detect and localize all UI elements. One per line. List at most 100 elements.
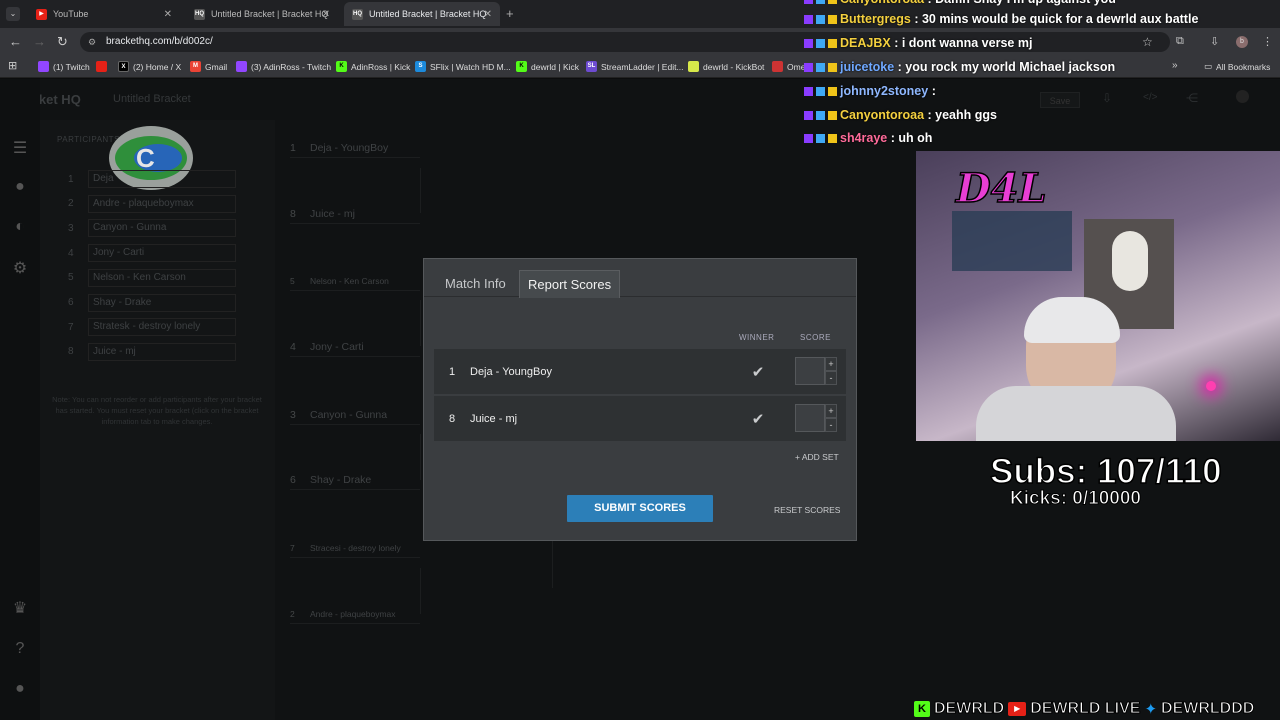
bracket-title[interactable]: Untitled Bracket [113,93,191,105]
participant-row[interactable]: 6 Shay - Drake [68,293,236,312]
tab-bracket-2[interactable]: HQ Untitled Bracket | Bracket HQ ✕ [344,2,500,26]
bookmark-item[interactable]: SL StreamLadder | Edit... [586,58,684,75]
badge-icon [804,87,813,97]
participant-row[interactable]: 7 Stratesk - destroy lonely [68,318,236,337]
reset-scores-button[interactable]: RESET SCORES [774,505,840,515]
all-bookmarks[interactable]: ▭ All Bookmarks [1204,58,1270,75]
add-set-button[interactable]: + ADD SET [795,452,839,462]
close-icon[interactable]: ✕ [484,9,492,20]
decrement-icon[interactable]: - [825,418,837,432]
extensions-icon[interactable]: ⧉ [1176,35,1184,48]
close-icon[interactable]: ✕ [164,9,172,20]
score-input[interactable] [795,404,825,432]
save-button[interactable]: Save [1040,92,1080,108]
match-seed: 8 [290,207,296,220]
participant-row[interactable]: 4 Jony - Carti [68,244,236,263]
downloads-icon[interactable]: ⇩ [1210,35,1219,48]
bookmark-item[interactable] [96,58,107,75]
winner-check-icon[interactable]: ✔ [749,410,767,428]
bookmark-item[interactable]: K AdinRoss | Kick [336,58,410,75]
bracket-match-slot[interactable]: 1 Deja - YoungBoy [290,138,420,158]
match-name: Juice - mj [310,207,355,220]
submit-scores-button[interactable]: SUBMIT SCORES [567,495,713,522]
chat-text: yeahh ggs [935,108,997,122]
bookmark-item[interactable]: M Gmail [190,58,227,75]
bookmark-item[interactable]: (1) Twitch [38,58,90,75]
bracket-match-slot[interactable]: 4 Jony - Carti [290,337,420,357]
badge-icon [816,111,825,121]
bookmark-item[interactable]: X (2) Home / X [118,58,181,75]
participant-name-field[interactable]: Nelson - Ken Carson [88,268,236,287]
bracket-icon[interactable]: ☰ [10,138,30,158]
participant-seed: 3 [68,222,74,234]
bracket-match-slot[interactable]: 7 Stracesi - destroy lonely [290,538,420,558]
winner-check-icon[interactable]: ✔ [749,363,767,381]
participant-name-field[interactable]: Andre - plaqueboymax [88,194,236,213]
bookmark-star-icon[interactable]: ☆ [1142,35,1153,49]
menu-icon[interactable]: ⋮ [1262,35,1273,48]
decrement-icon[interactable]: - [825,371,837,385]
participant-name-field[interactable]: Stratesk - destroy lonely [88,318,236,337]
match-name: Shay - Drake [310,473,372,486]
new-tab-button[interactable]: + [506,6,514,21]
badge-icon [804,39,813,49]
badge-icon [828,0,837,5]
bookmark-item[interactable]: S SFlix | Watch HD M... [415,58,511,75]
chat-username: Canyontoroaa [840,0,924,6]
score-input[interactable] [795,357,825,385]
download-icon[interactable]: ⇩ [1102,91,1112,105]
bracket-match-slot[interactable]: 5 Nelson - Ken Carson [290,271,420,291]
tab-search-button[interactable]: ⌄ [6,7,20,21]
score-column-header: SCORE [800,333,831,342]
more-bookmarks-icon[interactable]: » [1172,60,1178,71]
apps-icon[interactable]: ⊞ [8,59,17,72]
chat-username: Buttergregs [840,12,911,26]
participant-name-field[interactable]: Canyon - Gunna [88,219,236,238]
tab-match-info[interactable]: Match Info [437,270,514,298]
participant-row[interactable]: 1 Deja [68,170,236,188]
tab-report-scores[interactable]: Report Scores [519,270,621,298]
participant-row[interactable]: 2 Andre - plaqueboymax [68,194,236,213]
forward-icon[interactable]: → [33,34,46,49]
settings-icon[interactable]: ⚙ [10,258,30,278]
site-info-icon[interactable]: ⚙ [88,32,96,52]
bracket-match-slot[interactable]: 2 Andre - plaqueboymax [290,604,420,624]
participant-name-field[interactable]: Deja [88,170,236,188]
share-icon[interactable]: ⋲ [1186,91,1198,105]
participants-icon[interactable]: ● [10,178,30,198]
tab-youtube[interactable]: ▶ YouTube ✕ [28,2,180,26]
increment-icon[interactable]: + [825,357,837,371]
score-stepper[interactable]: + - [825,404,837,432]
bracket-match-slot[interactable]: 3 Canyon - Gunna [290,405,420,425]
score-stepper[interactable]: + - [825,357,837,385]
bracket-match-slot[interactable]: 8 Juice - mj [290,204,420,224]
user-avatar[interactable] [1236,90,1249,103]
palette-icon[interactable]: ◐ [10,218,30,238]
badge-icon [828,15,837,25]
help-icon[interactable]: ? [10,640,30,660]
bracket-match-slot[interactable]: 6 Shay - Drake [290,470,420,490]
theme-icon[interactable]: ● [10,680,30,700]
bookmark-item[interactable]: Kdewrld | Kick [516,58,579,75]
crown-icon[interactable]: ♛ [10,598,30,618]
increment-icon[interactable]: + [825,404,837,418]
bookmark-item[interactable]: Ome [772,58,805,75]
participant-row[interactable]: 5 Nelson - Ken Carson [68,268,236,287]
bookmark-item[interactable]: (3) AdinRoss - Twitch [236,58,331,75]
sflix-icon: S [415,61,426,72]
player-name: Juice - mj [470,412,518,425]
participant-name-field[interactable]: Juice - mj [88,342,236,361]
tab-bracket-1[interactable]: HQ Untitled Bracket | Bracket HQ ✕ [186,2,338,26]
back-icon[interactable]: ← [9,34,22,49]
folder-icon: ▭ [1204,61,1213,71]
embed-icon[interactable]: </> [1143,92,1157,103]
x-icon: X [118,61,129,72]
participant-row[interactable]: 8 Juice - mj [68,342,236,361]
avatar[interactable]: b [1236,36,1248,48]
participant-name-field[interactable]: Jony - Carti [88,244,236,263]
participant-row[interactable]: 3 Canyon - Gunna [68,219,236,238]
close-icon[interactable]: ✕ [322,9,330,20]
participant-name-field[interactable]: Shay - Drake [88,293,236,312]
bookmark-item[interactable]: dewrld - KickBot [688,58,764,75]
reload-icon[interactable]: ↻ [57,34,68,50]
